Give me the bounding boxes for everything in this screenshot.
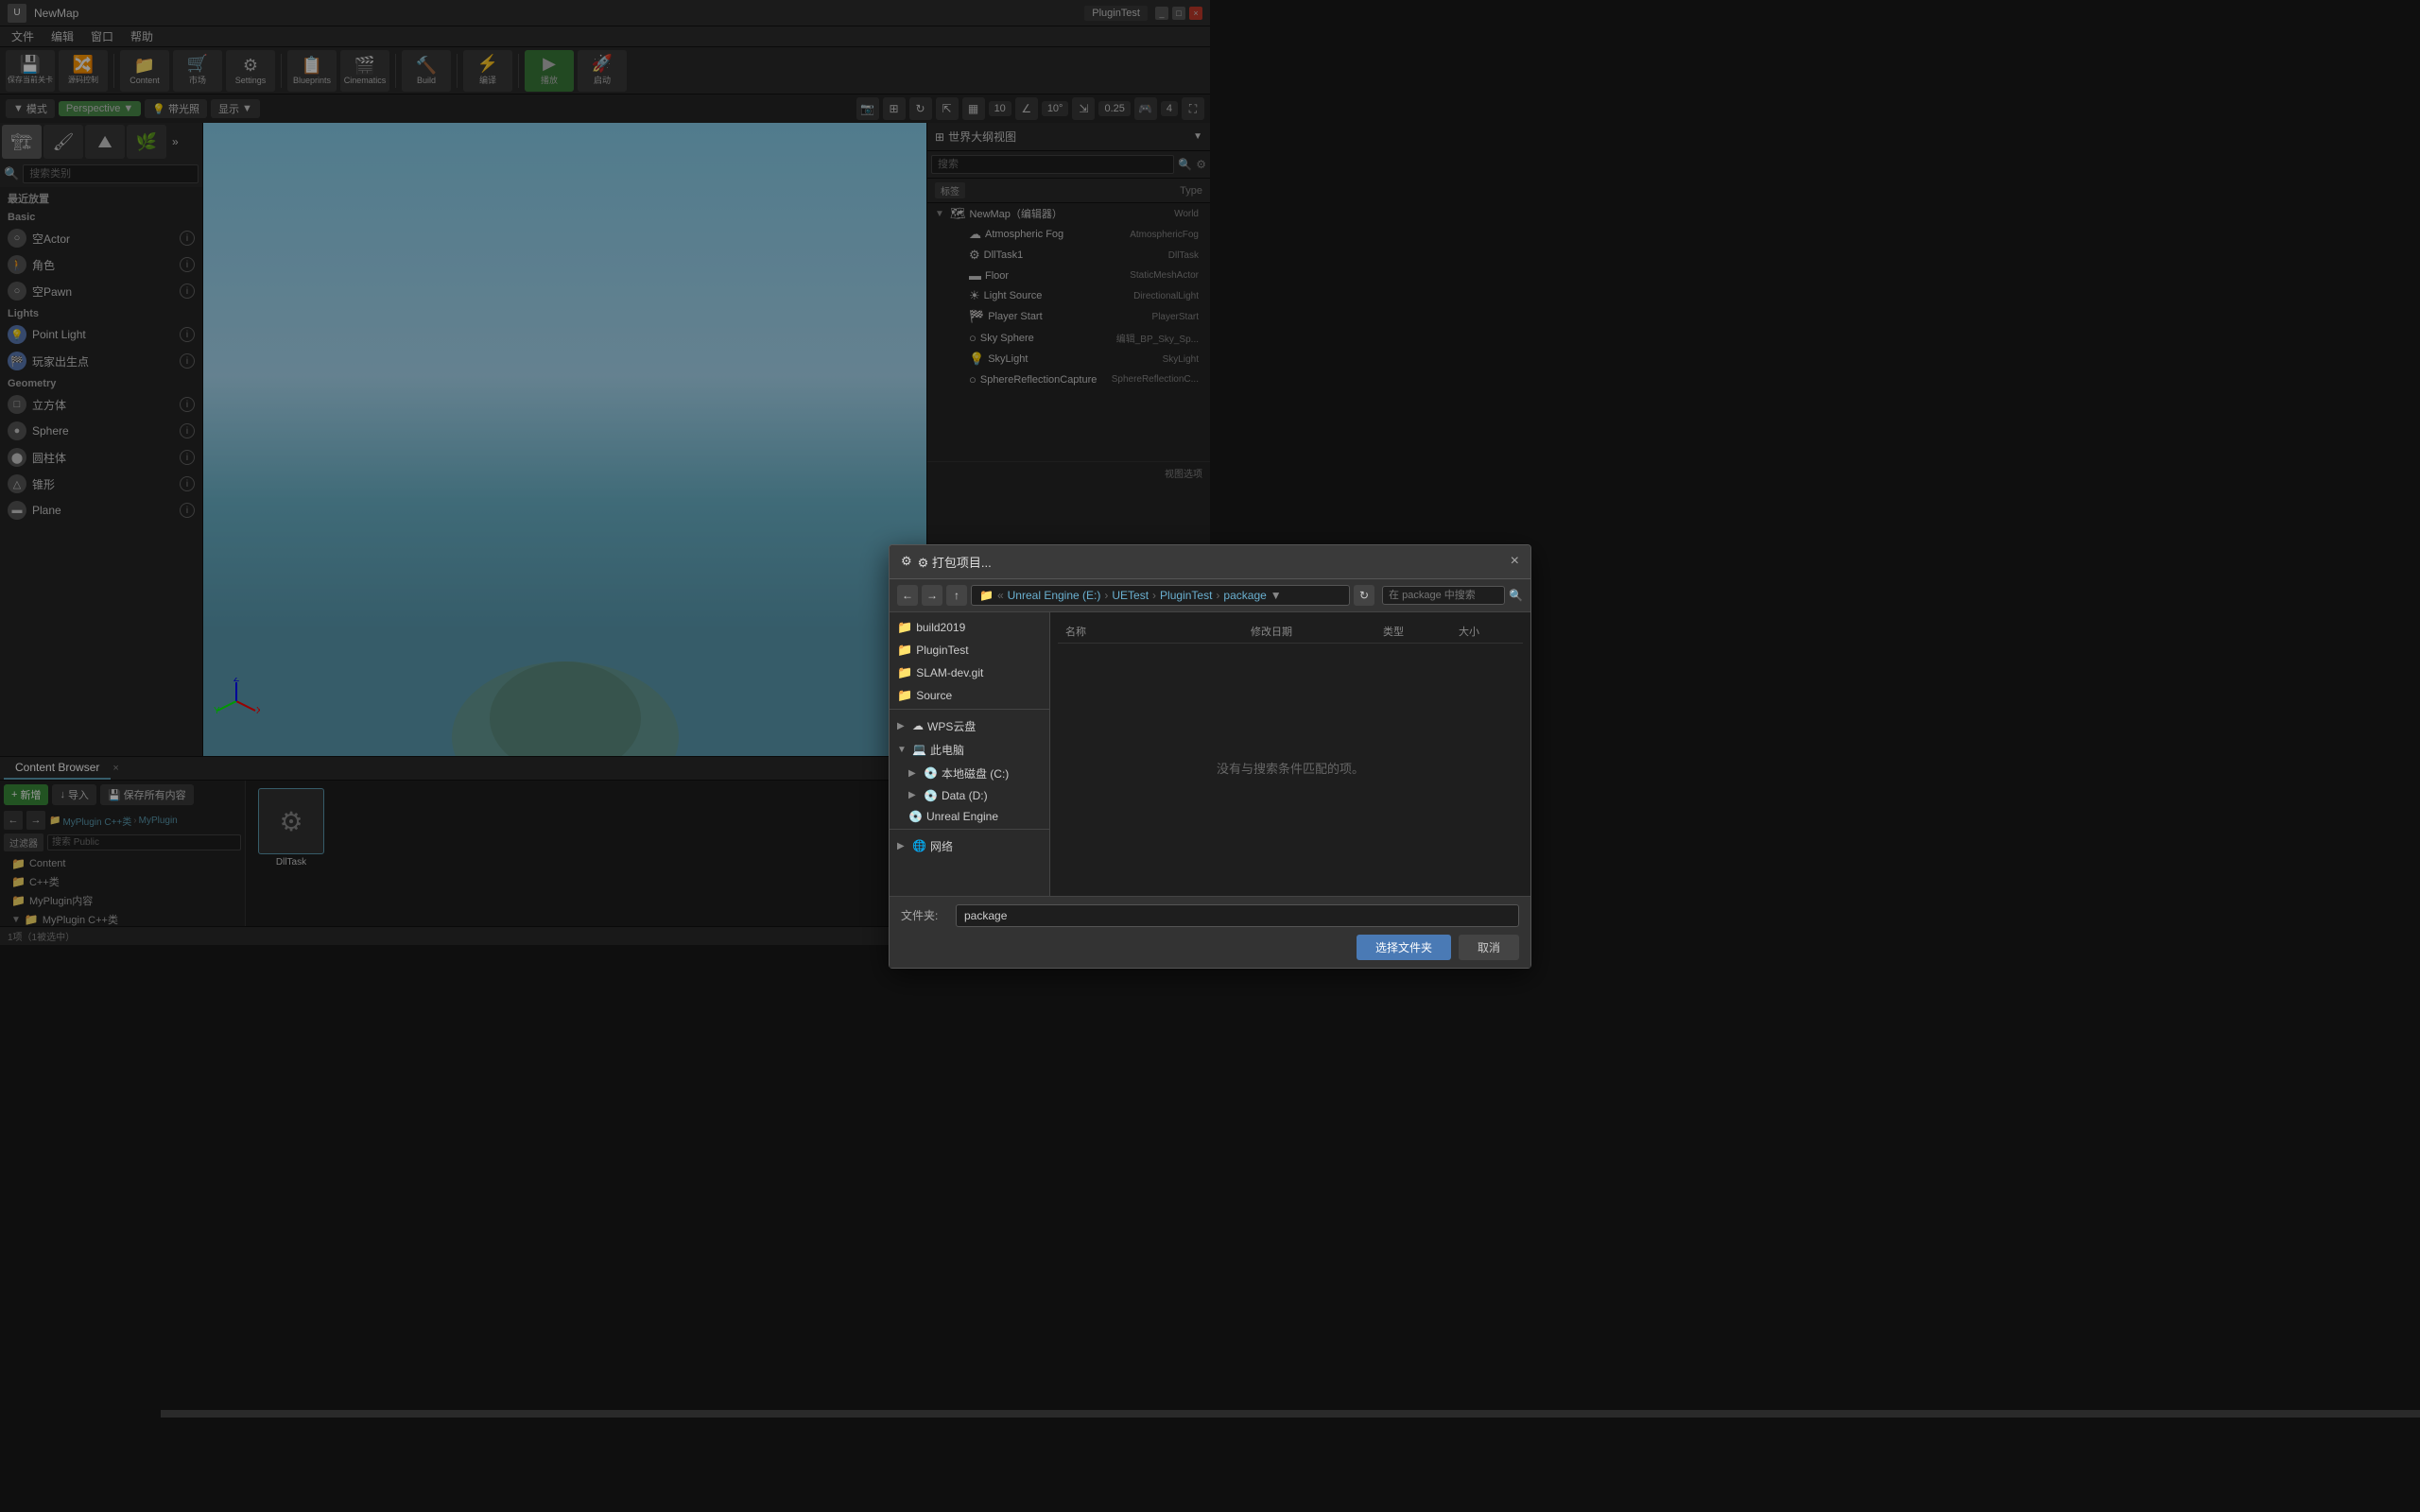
dialog-close-btn[interactable]: ×: [1511, 553, 1519, 570]
slam-label: SLAM-dev.git: [916, 666, 983, 679]
thispc-label: 此电脑: [930, 742, 964, 758]
file-label: 文件夹:: [901, 907, 948, 923]
dialog-search-icon: 🔍: [1509, 589, 1523, 602]
column-headers: 名称 修改日期 类型 大小: [1058, 620, 1523, 644]
sidebar-separator: [890, 709, 1049, 713]
folder-icon: 📁: [897, 643, 912, 658]
col-name: 名称: [1065, 624, 1251, 639]
sep2: ›: [1152, 589, 1156, 602]
dialog-forward-btn[interactable]: →: [922, 585, 942, 606]
drive-c-label: 本地磁盘 (C:): [942, 765, 1009, 782]
path-unreal[interactable]: Unreal Engine (E:): [1008, 589, 1101, 602]
unreal-engine-label: Unreal Engine: [926, 810, 998, 823]
dialog-search-input[interactable]: [1382, 586, 1505, 605]
sidebar-unreal-engine[interactable]: 💿 Unreal Engine: [890, 806, 1049, 827]
build2019-label: build2019: [916, 621, 965, 634]
folder-icon: 📁: [979, 589, 994, 602]
sidebar-network[interactable]: ▶ 🌐 网络: [890, 834, 1049, 858]
expand-icon: ▶: [897, 721, 908, 731]
network-label: 网络: [930, 838, 953, 854]
dialog-path: 📁 « Unreal Engine (E:) › UETest › Plugin…: [971, 585, 1350, 606]
empty-message: 没有与搜索条件匹配的项。: [1058, 647, 1523, 888]
dialog-overlay: ⚙ ⚙ 打包项目... × ← → ↑ 📁 « Unreal Engine (E…: [0, 0, 2420, 1512]
scrollbar-area: [161, 1410, 2420, 1418]
folder-icon: 📁: [897, 665, 912, 680]
expand-icon: ▼: [897, 745, 908, 755]
filename-input[interactable]: [956, 904, 1519, 927]
network-icon: 🌐: [912, 839, 926, 852]
sidebar-drive-d[interactable]: ▶ 💿 Data (D:): [890, 785, 1049, 806]
path-expand-btn[interactable]: ▼: [1270, 589, 1282, 602]
path-uetest[interactable]: UETest: [1112, 589, 1149, 602]
dialog-up-btn[interactable]: ↑: [946, 585, 967, 606]
drive-d-label: Data (D:): [942, 789, 988, 802]
sep1: ›: [1104, 589, 1108, 602]
sidebar-slam[interactable]: 📁 SLAM-dev.git: [890, 662, 1049, 684]
select-folder-btn[interactable]: 选择文件夹: [1357, 935, 1451, 960]
cancel-btn[interactable]: 取消: [1459, 935, 1519, 960]
dialog-title-bar: ⚙ ⚙ 打包项目... ×: [890, 545, 1530, 579]
col-date: 修改日期: [1251, 624, 1383, 639]
sidebar-drive-c[interactable]: ▶ 💿 本地磁盘 (C:): [890, 762, 1049, 785]
path-package[interactable]: package: [1223, 589, 1266, 602]
dialog-back-btn[interactable]: ←: [897, 585, 918, 606]
dialog-sidebar: 📁 build2019 📁 PluginTest 📁 SLAM-dev.git …: [890, 612, 1050, 896]
dialog-footer: 文件夹: 选择文件夹 取消: [890, 896, 1530, 968]
dialog-title-text: ⚙ 打包项目...: [918, 553, 992, 571]
dialog-nav-bar: ← → ↑ 📁 « Unreal Engine (E:) › UETest › …: [890, 579, 1530, 612]
expand-icon: ▶: [908, 790, 920, 800]
expand-icon: ▶: [897, 841, 908, 851]
drive-icon: 💿: [924, 789, 938, 802]
dialog-refresh-btn[interactable]: ↻: [1354, 585, 1374, 606]
cloud-icon: ☁: [912, 719, 924, 732]
filename-row: 文件夹:: [901, 904, 1519, 927]
computer-icon: 💻: [912, 743, 926, 756]
folder-icon: 📁: [897, 688, 912, 703]
path-plugintest[interactable]: PluginTest: [1160, 589, 1212, 602]
folder-icon: 📁: [897, 620, 912, 635]
sidebar-source[interactable]: 📁 Source: [890, 684, 1049, 707]
footer-buttons: 选择文件夹 取消: [901, 935, 1519, 960]
sidebar-build2019[interactable]: 📁 build2019: [890, 616, 1049, 639]
dialog-search-area: 🔍: [1382, 586, 1523, 605]
drive-icon: 💿: [908, 810, 923, 823]
sidebar-plugintest[interactable]: 📁 PluginTest: [890, 639, 1049, 662]
col-type: 类型: [1383, 624, 1459, 639]
source-label: Source: [916, 689, 952, 702]
sidebar-thispc[interactable]: ▼ 💻 此电脑: [890, 738, 1049, 762]
sep3: ›: [1216, 589, 1219, 602]
dialog-content: 名称 修改日期 类型 大小 没有与搜索条件匹配的项。: [1050, 612, 1530, 896]
wps-label: WPS云盘: [927, 718, 976, 734]
drive-icon: 💿: [924, 766, 938, 780]
sidebar-separator2: [890, 829, 1049, 833]
dialog-body: 📁 build2019 📁 PluginTest 📁 SLAM-dev.git …: [890, 612, 1530, 896]
package-dialog: ⚙ ⚙ 打包项目... × ← → ↑ 📁 « Unreal Engine (E…: [889, 544, 1531, 969]
col-size: 大小: [1459, 624, 1515, 639]
expand-icon: ▶: [908, 768, 920, 779]
plugintest-label: PluginTest: [916, 644, 968, 657]
path-sep: «: [997, 589, 1004, 602]
sidebar-wps[interactable]: ▶ ☁ WPS云盘: [890, 714, 1049, 738]
package-icon: ⚙: [901, 554, 912, 569]
